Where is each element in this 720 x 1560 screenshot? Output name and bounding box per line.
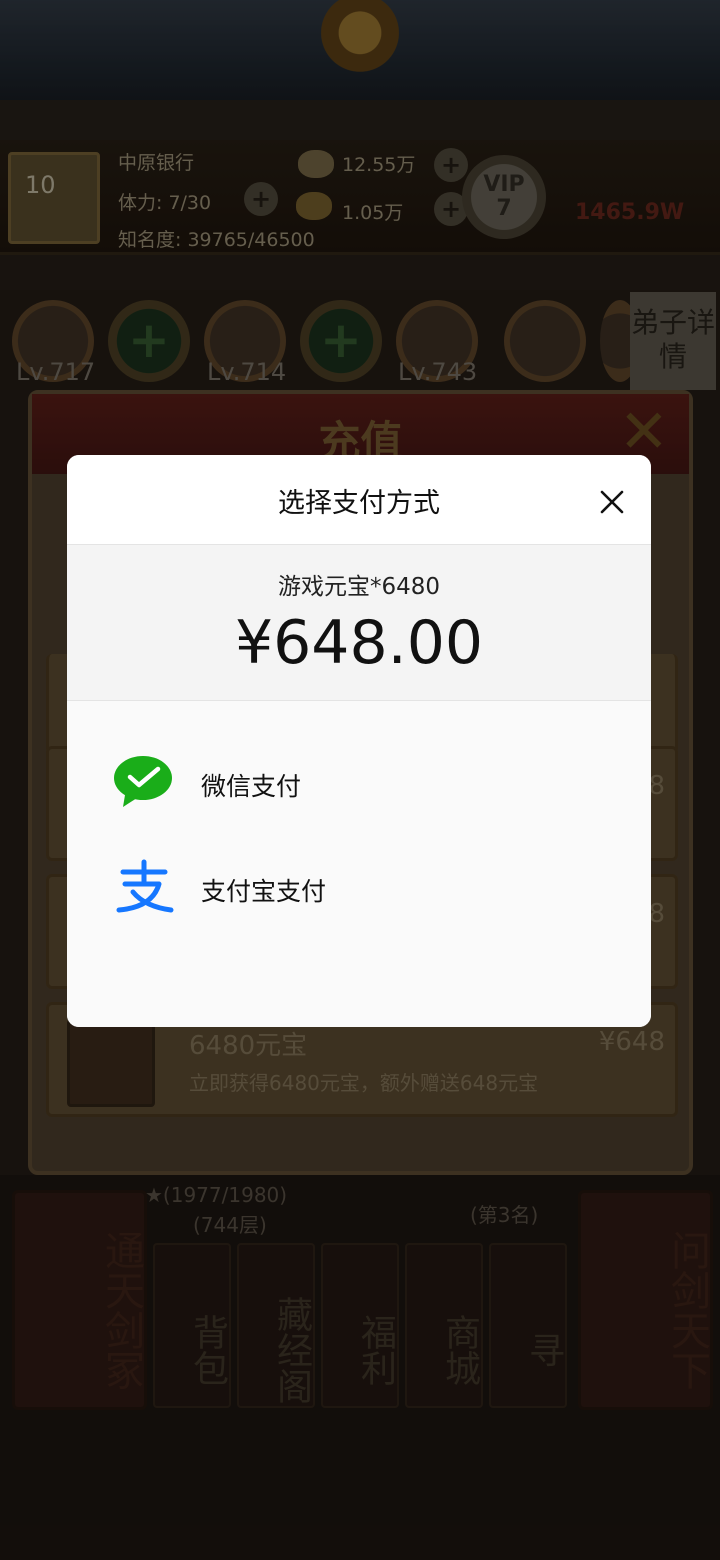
dialog-header: 选择支付方式 (67, 455, 651, 545)
product-price: ¥648.00 (234, 608, 484, 678)
alipay-label: 支付宝支付 (201, 877, 327, 906)
wechat-pay-icon (114, 756, 172, 807)
order-summary: 游戏元宝*6480 ¥648.00 (67, 545, 651, 701)
product-name: 游戏元宝*6480 (277, 574, 441, 600)
alipay-option[interactable]: 支付宝支付 (67, 838, 651, 938)
payment-method-dialog: 选择支付方式 游戏元宝*6480 ¥648.00 微信支付 支付宝支付 (67, 455, 651, 1027)
wechat-pay-label: 微信支付 (201, 772, 302, 801)
dialog-title: 选择支付方式 (278, 488, 440, 519)
wechat-pay-option[interactable]: 微信支付 (67, 733, 651, 833)
close-button[interactable] (592, 482, 632, 522)
close-icon (600, 490, 624, 514)
payment-options: 微信支付 支付宝支付 (67, 701, 651, 1027)
alipay-icon (116, 859, 174, 913)
